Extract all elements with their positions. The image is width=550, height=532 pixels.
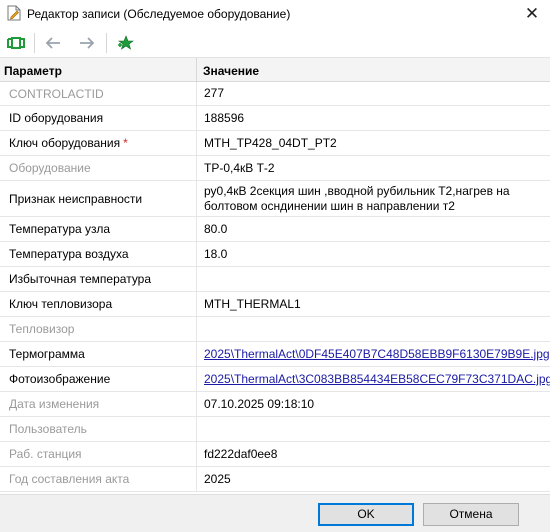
param-label: Оборудование	[0, 156, 197, 180]
grid-row[interactable]: Пользователь	[0, 417, 550, 442]
document-edit-icon	[7, 5, 21, 21]
param-value[interactable]: 2025	[198, 467, 550, 491]
thermogram-link[interactable]: 2025\ThermalAct\0DF45E407B7C48D58EBB9F61…	[204, 347, 550, 362]
param-label: Раб. станция	[0, 442, 197, 466]
param-value[interactable]: 80.0	[198, 217, 550, 241]
favorite-button[interactable]	[112, 31, 138, 55]
grid-row[interactable]: CONTROLACTID 277	[0, 82, 550, 106]
param-label-text: Ключ оборудования	[9, 136, 121, 150]
title-bar: Редактор записи (Обследуемое оборудовани…	[0, 0, 550, 28]
param-value[interactable]: 188596	[198, 106, 550, 130]
param-value[interactable]	[198, 317, 550, 341]
required-marker: *	[123, 136, 128, 150]
param-label: Признак неисправности	[0, 181, 197, 216]
param-label: ID оборудования	[0, 106, 197, 130]
column-header-param[interactable]: Параметр	[0, 58, 197, 82]
grid-row[interactable]: Ключ тепловизора MTH_THERMAL1	[0, 292, 550, 317]
param-label: Пользователь	[0, 417, 197, 441]
grid-row[interactable]: Температура воздуха 18.0	[0, 242, 550, 267]
toolbar-separator	[106, 33, 107, 53]
forward-button[interactable]	[74, 31, 100, 55]
param-label: Температура узла	[0, 217, 197, 241]
param-label: Год составления акта	[0, 467, 197, 491]
dialog-footer: OK Отмена	[0, 494, 550, 532]
grid-row[interactable]: Год составления акта 2025	[0, 467, 550, 492]
param-value[interactable]	[198, 417, 550, 441]
param-value: 2025\ThermalAct\0DF45E407B7C48D58EBB9F61…	[198, 342, 550, 366]
param-value[interactable]: ТР-0,4кВ Т-2	[198, 156, 550, 180]
param-label: Фотоизображение	[0, 367, 197, 391]
column-header-value[interactable]: Значение	[198, 58, 550, 82]
window-title: Редактор записи (Обследуемое оборудовани…	[27, 7, 291, 21]
param-value[interactable]: MTH_THERMAL1	[198, 292, 550, 316]
photo-link[interactable]: 2025\ThermalAct\3C083BB854434EB58CEC79F7…	[204, 372, 550, 387]
param-label: Ключ оборудования *	[0, 131, 197, 155]
param-label: Избыточная температура	[0, 267, 197, 291]
param-label: Ключ тепловизора	[0, 292, 197, 316]
grid-row[interactable]: Ключ оборудования * MTH_TP428_04DT_PT2	[0, 131, 550, 156]
grid-header: Параметр Значение	[0, 58, 550, 82]
param-label: CONTROLACTID	[0, 82, 197, 105]
grid-row[interactable]: ID оборудования 188596	[0, 106, 550, 131]
param-label: Термограмма	[0, 342, 197, 366]
close-icon[interactable]: ✕	[520, 4, 544, 24]
cancel-button[interactable]: Отмена	[423, 503, 519, 526]
grid-row[interactable]: Раб. станция fd222daf0ee8	[0, 442, 550, 467]
param-label: Тепловизор	[0, 317, 197, 341]
ok-button[interactable]: OK	[318, 503, 414, 526]
grid-row[interactable]: Дата изменения 07.10.2025 09:18:10	[0, 392, 550, 417]
grid-row[interactable]: Термограмма 2025\ThermalAct\0DF45E407B7C…	[0, 342, 550, 367]
param-value: 2025\ThermalAct\3C083BB854434EB58CEC79F7…	[198, 367, 550, 391]
param-value[interactable]: 18.0	[198, 242, 550, 266]
star-plus-icon	[118, 35, 134, 50]
grid-row[interactable]: Избыточная температура	[0, 267, 550, 292]
param-value[interactable]: 277	[198, 82, 550, 105]
back-button[interactable]	[40, 31, 66, 55]
arrow-left-icon	[45, 37, 60, 49]
save-green-icon	[7, 37, 25, 49]
param-value[interactable]: ру0,4кВ 2секция шин ,вводной рубильник Т…	[198, 181, 550, 216]
param-label: Температура воздуха	[0, 242, 197, 266]
grid-row[interactable]: Температура узла 80.0	[0, 217, 550, 242]
param-value[interactable]: fd222daf0ee8	[198, 442, 550, 466]
grid-row[interactable]: Оборудование ТР-0,4кВ Т-2	[0, 156, 550, 181]
save-record-button[interactable]	[3, 31, 29, 55]
grid-row[interactable]: Признак неисправности ру0,4кВ 2секция ши…	[0, 181, 550, 217]
toolbar-separator	[34, 33, 35, 53]
toolbar	[0, 28, 550, 58]
param-value[interactable]: 07.10.2025 09:18:10	[198, 392, 550, 416]
param-value[interactable]: MTH_TP428_04DT_PT2	[198, 131, 550, 155]
param-label: Дата изменения	[0, 392, 197, 416]
arrow-right-icon	[80, 37, 95, 49]
param-value[interactable]	[198, 267, 550, 291]
grid-row[interactable]: Тепловизор	[0, 317, 550, 342]
grid-row[interactable]: Фотоизображение 2025\ThermalAct\3C083BB8…	[0, 367, 550, 392]
